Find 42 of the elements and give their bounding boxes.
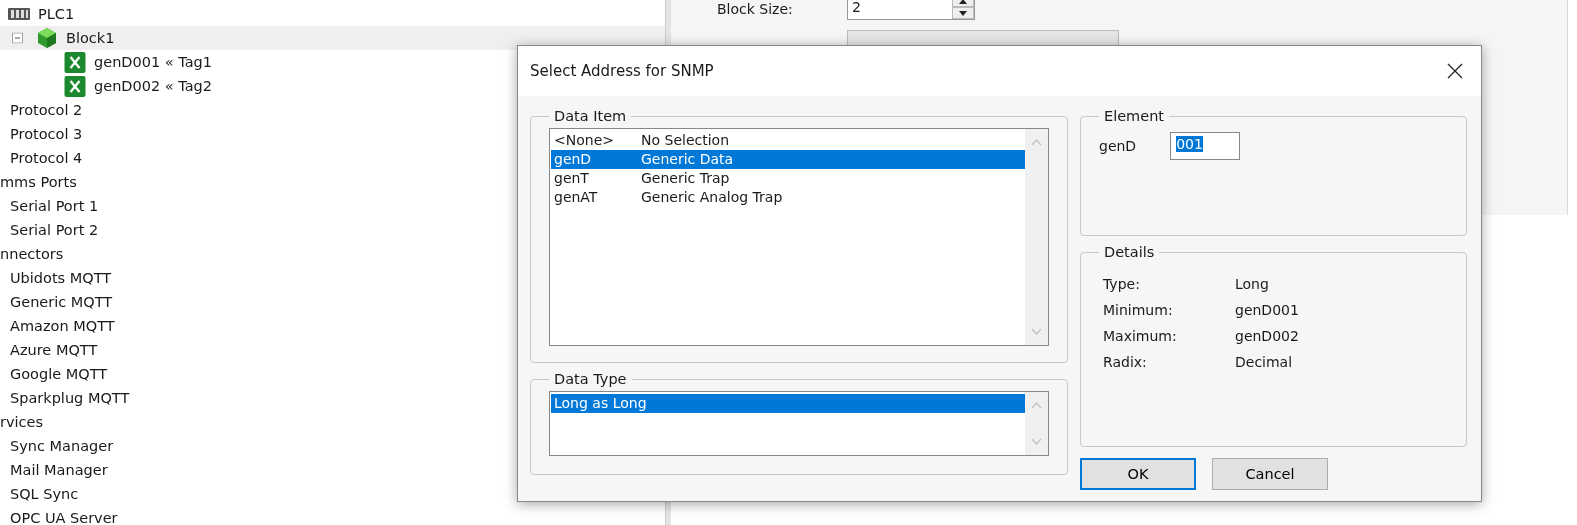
detail-value: Decimal bbox=[1235, 354, 1294, 370]
group-title: Element bbox=[1103, 108, 1166, 124]
detail-label: Type: bbox=[1103, 276, 1141, 292]
tree-item[interactable]: Block1 bbox=[0, 26, 665, 50]
list-item[interactable]: genD Generic Data bbox=[551, 150, 1025, 169]
rack-icon bbox=[8, 7, 30, 21]
data-item-list[interactable]: <None> No Selection genD Generic Data genT Generic Trap genAT Generic Analog Trap bbox=[549, 128, 1049, 346]
block-size-field[interactable]: 2 bbox=[847, 0, 975, 20]
scroll-down-icon[interactable] bbox=[1031, 438, 1042, 445]
tree-item[interactable]: PLC1 bbox=[0, 2, 665, 26]
list-item[interactable]: Long as Long bbox=[551, 394, 1025, 413]
detail-label: Radix: bbox=[1103, 354, 1148, 370]
tree-item[interactable]: OPC UA Server bbox=[0, 506, 665, 525]
scroll-down-icon[interactable] bbox=[1031, 328, 1042, 335]
detail-value: Long bbox=[1235, 276, 1270, 292]
detail-value: genD001 bbox=[1235, 302, 1300, 318]
field-label: Block Size: bbox=[717, 1, 794, 17]
cube-icon bbox=[36, 27, 58, 49]
tag-icon bbox=[64, 75, 86, 97]
detail-value: genD002 bbox=[1235, 328, 1300, 344]
element-field[interactable]: 001 bbox=[1170, 132, 1241, 160]
scrollbar[interactable] bbox=[1025, 392, 1048, 455]
detail-label: Minimum: bbox=[1103, 302, 1174, 318]
cancel-button[interactable]: Cancel bbox=[1212, 458, 1328, 490]
tag-icon bbox=[64, 51, 86, 73]
group-title: Data Item bbox=[553, 108, 628, 124]
element-label: genD bbox=[1099, 138, 1137, 154]
list-item[interactable]: genAT Generic Analog Trap bbox=[551, 188, 1025, 207]
list-item[interactable]: <None> No Selection bbox=[551, 131, 1025, 150]
group-title: Data Type bbox=[553, 371, 628, 387]
detail-label: Maximum: bbox=[1103, 328, 1178, 344]
group-title: Details bbox=[1103, 244, 1156, 260]
spin-down-icon[interactable] bbox=[952, 7, 974, 19]
collapse-icon[interactable] bbox=[12, 32, 23, 44]
data-type-list[interactable]: Long as Long bbox=[549, 391, 1049, 456]
dialog-title: Select Address for SNMP bbox=[530, 62, 714, 80]
close-icon[interactable] bbox=[1447, 63, 1463, 79]
list-item[interactable]: genT Generic Trap bbox=[551, 169, 1025, 188]
scroll-up-icon[interactable] bbox=[1031, 139, 1042, 146]
scroll-up-icon[interactable] bbox=[1031, 402, 1042, 409]
ok-button[interactable]: OK bbox=[1080, 458, 1196, 490]
scrollbar[interactable] bbox=[1025, 129, 1048, 345]
